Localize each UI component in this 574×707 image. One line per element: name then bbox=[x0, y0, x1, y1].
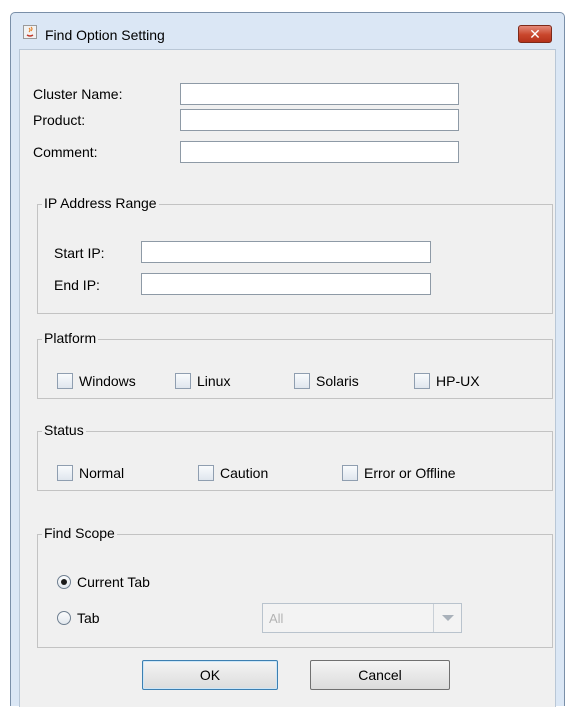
radio-button[interactable] bbox=[57, 611, 71, 625]
window-title: Find Option Setting bbox=[45, 27, 165, 43]
tab-select[interactable]: All bbox=[262, 603, 462, 633]
checkbox-box[interactable] bbox=[57, 465, 73, 481]
end-ip-label: End IP: bbox=[54, 277, 100, 293]
checkbox-label: Solaris bbox=[316, 373, 359, 389]
chevron-down-icon[interactable] bbox=[433, 604, 461, 632]
checkbox-box[interactable] bbox=[57, 373, 73, 389]
radio-label: Current Tab bbox=[77, 574, 150, 590]
checkbox-label: Windows bbox=[79, 373, 136, 389]
close-icon: ✕ bbox=[529, 26, 541, 42]
end-ip-input[interactable] bbox=[141, 273, 431, 295]
radio-button[interactable] bbox=[57, 575, 71, 589]
tab-radio[interactable]: Tab bbox=[57, 609, 100, 627]
cluster-name-input[interactable] bbox=[180, 83, 459, 105]
normal-checkbox[interactable]: Normal bbox=[57, 464, 124, 482]
radio-label: Tab bbox=[77, 610, 100, 626]
start-ip-label: Start IP: bbox=[54, 245, 105, 261]
find-option-dialog: Find Option Setting ✕ Cluster Name: Prod… bbox=[10, 12, 565, 707]
checkbox-box[interactable] bbox=[294, 373, 310, 389]
platform-title: Platform bbox=[42, 330, 99, 346]
start-ip-input[interactable] bbox=[141, 241, 431, 263]
checkbox-label: Linux bbox=[197, 373, 231, 389]
dialog-content: Cluster Name: Product: Comment: IP Addre… bbox=[19, 49, 556, 707]
checkbox-box[interactable] bbox=[342, 465, 358, 481]
hp-ux-checkbox[interactable]: HP-UX bbox=[414, 372, 480, 390]
close-button[interactable]: ✕ bbox=[518, 25, 552, 43]
find-scope-group: Find Scope Current Tab Tab All bbox=[37, 525, 553, 648]
find-scope-title: Find Scope bbox=[42, 525, 117, 541]
checkbox-box[interactable] bbox=[414, 373, 430, 389]
product-label: Product: bbox=[33, 112, 86, 128]
title-bar[interactable]: Find Option Setting ✕ bbox=[11, 13, 564, 47]
ip-range-title: IP Address Range bbox=[42, 195, 159, 211]
solaris-checkbox[interactable]: Solaris bbox=[294, 372, 359, 390]
platform-group: Platform Windows Linux Solaris HP-UX bbox=[37, 330, 553, 399]
status-title: Status bbox=[42, 422, 86, 438]
tab-select-value: All bbox=[269, 611, 284, 626]
comment-label: Comment: bbox=[33, 144, 98, 160]
product-input[interactable] bbox=[180, 109, 459, 131]
java-icon bbox=[23, 25, 37, 39]
checkbox-box[interactable] bbox=[175, 373, 191, 389]
linux-checkbox[interactable]: Linux bbox=[175, 372, 230, 390]
cancel-button[interactable]: Cancel bbox=[310, 660, 450, 690]
windows-checkbox[interactable]: Windows bbox=[57, 372, 136, 390]
checkbox-box[interactable] bbox=[198, 465, 214, 481]
status-group: Status Normal Caution Error or Offline bbox=[37, 422, 553, 491]
checkbox-label: Error or Offline bbox=[364, 465, 456, 481]
error-offline-checkbox[interactable]: Error or Offline bbox=[342, 464, 456, 482]
checkbox-label: HP-UX bbox=[436, 373, 480, 389]
ip-range-group: IP Address Range Start IP: End IP: bbox=[37, 195, 553, 314]
cluster-name-label: Cluster Name: bbox=[33, 86, 123, 102]
checkbox-label: Normal bbox=[79, 465, 125, 481]
comment-input[interactable] bbox=[180, 141, 459, 163]
caution-checkbox[interactable]: Caution bbox=[198, 464, 268, 482]
current-tab-radio[interactable]: Current Tab bbox=[57, 573, 150, 591]
ok-button[interactable]: OK bbox=[142, 660, 278, 690]
checkbox-label: Caution bbox=[220, 465, 269, 481]
